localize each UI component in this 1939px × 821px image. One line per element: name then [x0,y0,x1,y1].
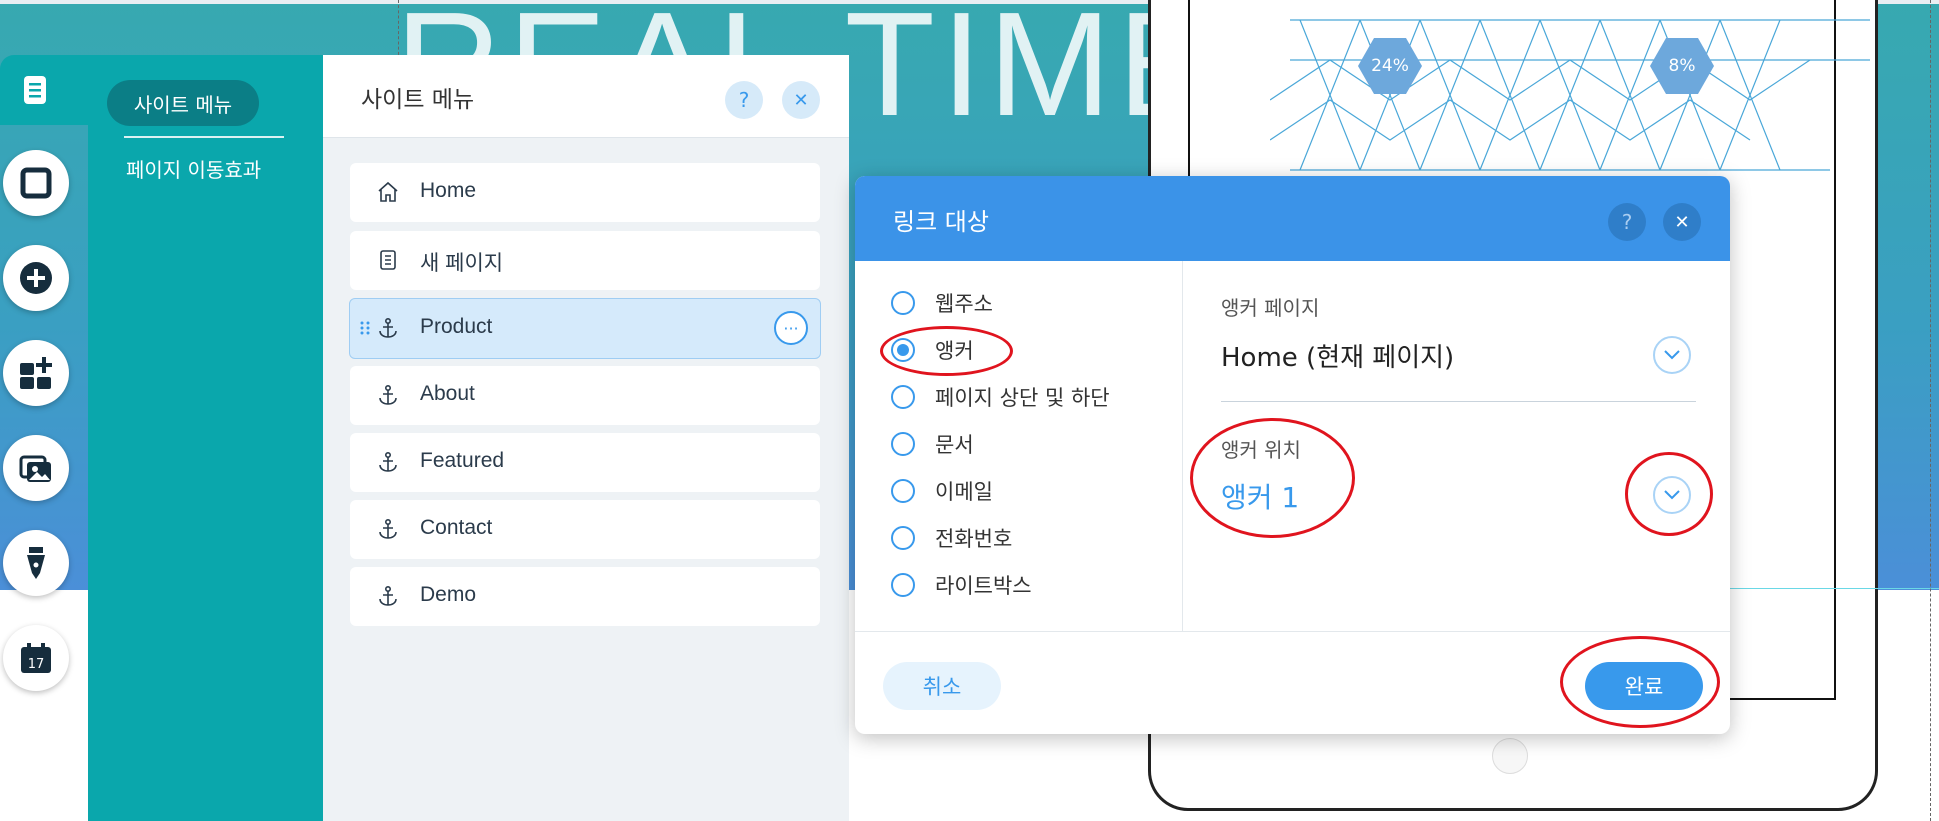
square-icon [20,167,52,199]
radio-label: 페이지 상단 및 하단 [935,386,1110,410]
anchor-icon [379,585,397,606]
pages-icon [24,76,46,104]
tablet-home-button [1492,738,1528,774]
annotation-circle [1560,636,1720,728]
page-item-label: About [420,382,475,405]
radio-web-address[interactable] [891,291,915,315]
bookings-tool-button[interactable]: 17 [3,625,69,691]
media-icon [19,455,51,482]
page-item-home[interactable]: Home [350,163,820,222]
guide-line [1700,588,1939,589]
tab-underline [124,136,284,138]
pages-tool-button[interactable] [0,55,70,125]
radio-label: 전화번호 [935,527,1013,551]
radio-label: 라이트박스 [935,574,1032,598]
page-item-featured[interactable]: Featured [350,433,820,492]
pen-icon [27,547,45,579]
calendar-icon: 17 [21,643,51,673]
page-item-label: 새 페이지 [420,252,504,275]
page-item-contact[interactable]: Contact [350,500,820,559]
home-icon [378,181,398,202]
page-item-label: Demo [420,583,477,606]
page-item-product[interactable]: Product ··· [349,298,821,359]
anchor-page-label: 앵커 페이지 [1221,296,1320,320]
drag-handle-icon[interactable] [360,321,370,335]
anchor-icon [379,317,397,338]
radio-label: 이메일 [935,480,993,504]
tab-site-menu[interactable]: 사이트 메뉴 [107,80,259,126]
dialog-help-button[interactable]: ? [1608,203,1646,241]
anchor-icon [379,384,397,405]
chevron-down-icon[interactable] [1653,336,1691,374]
apps-tool-button[interactable] [3,340,69,406]
page-item-label: Product [420,315,493,338]
dialog-title: 링크 대상 [893,208,989,236]
radio-email[interactable] [891,479,915,503]
divider [855,631,1730,632]
dialog-close-button[interactable]: ✕ [1663,203,1701,241]
close-button[interactable]: ✕ [782,81,820,119]
annotation-circle [1190,418,1355,538]
anchor-icon [379,451,397,472]
more-actions-button[interactable]: ··· [774,311,808,345]
tab-page-transitions[interactable]: 페이지 이동효과 [126,154,261,183]
plus-circle-icon [20,262,52,294]
page-item-label: Featured [420,449,505,472]
page-item-about[interactable]: About [350,366,820,425]
svg-text:17: 17 [28,657,45,672]
site-menu-title: 사이트 메뉴 [361,87,475,113]
hex-grid-graphic [1270,19,1870,171]
apps-icon [20,357,52,389]
add-tool-button[interactable] [3,245,69,311]
radio-phone[interactable] [891,526,915,550]
radio-top-bottom[interactable] [891,385,915,409]
page-item-demo[interactable]: Demo [350,567,820,626]
radio-label: 문서 [935,433,974,457]
anchor-icon [379,518,397,539]
divider [1182,261,1183,631]
page-item-label: Contact [420,516,493,539]
radio-document[interactable] [891,432,915,456]
guide-line [1930,0,1931,821]
page-item-new-page[interactable]: 새 페이지 [350,231,820,290]
radio-label: 웹주소 [935,292,993,316]
annotation-circle [880,326,1013,376]
annotation-circle [1625,452,1713,536]
guide-line [398,0,399,60]
radio-lightbox[interactable] [891,573,915,597]
background-tool-button[interactable] [3,150,69,216]
anchor-page-dropdown[interactable]: Home (현재 페이지) [1221,337,1454,374]
media-tool-button[interactable] [3,435,69,501]
page-icon [380,250,396,270]
blog-tool-button[interactable] [3,530,69,596]
page-item-label: Home [420,179,477,202]
divider [1221,401,1696,402]
help-button[interactable]: ? [725,81,763,119]
cancel-button[interactable]: 취소 [883,662,1001,710]
